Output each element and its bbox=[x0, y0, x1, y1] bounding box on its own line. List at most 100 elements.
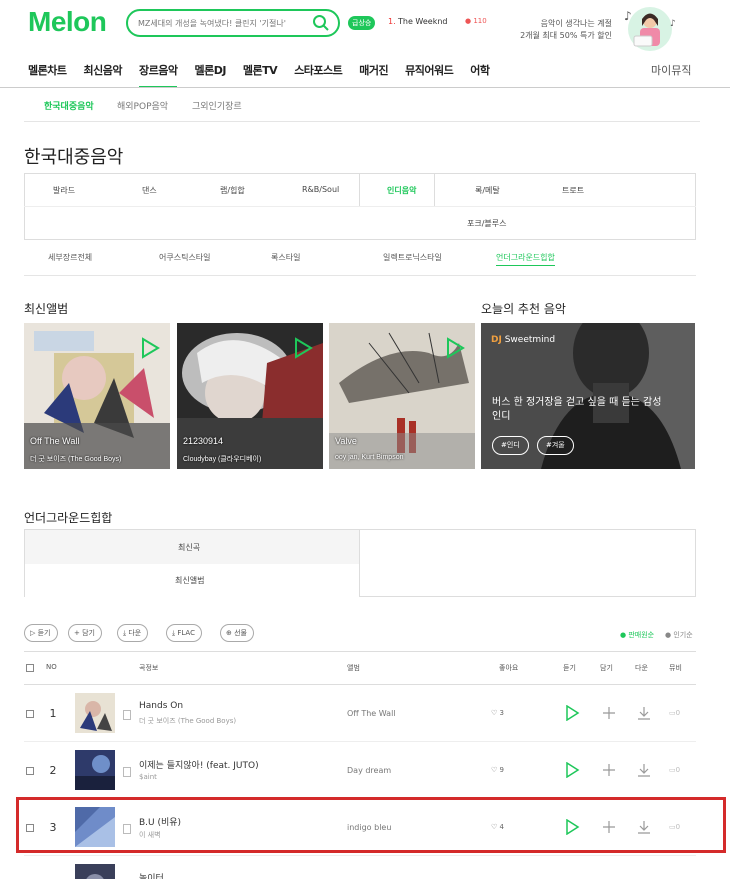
subgenre-rock[interactable]: 록스타일 bbox=[271, 252, 300, 263]
genre-indie[interactable]: 인디음악 bbox=[387, 185, 416, 196]
gnb-tv[interactable]: 멜론TV bbox=[243, 62, 278, 88]
promo-banner-text[interactable]: 음악이 생각나는 계절 2개월 최대 50% 특가 할인 bbox=[500, 18, 612, 42]
album-card[interactable]: 21230914 Cloudybay (클라우디베이) bbox=[177, 323, 323, 469]
like-count: 3 bbox=[499, 709, 504, 717]
realtime-keyword[interactable]: The Weeknd bbox=[398, 17, 448, 26]
row-checkbox[interactable] bbox=[26, 710, 34, 718]
promo-line2: 2개월 최대 50% 특가 할인 bbox=[520, 31, 612, 40]
add-icon[interactable] bbox=[601, 705, 617, 721]
play-icon[interactable] bbox=[564, 762, 580, 778]
th-song: 곡정보 bbox=[139, 664, 159, 672]
recommend-description[interactable]: 버스 한 정거장을 걷고 싶을 때 듣는 감성 인디 bbox=[492, 396, 672, 424]
song-thumbnail[interactable] bbox=[75, 864, 115, 879]
subgenre-underground[interactable]: 언더그라운드힙합 bbox=[496, 252, 555, 266]
song-title[interactable]: 이제는 들지않아! (feat. JUTO) bbox=[139, 758, 259, 771]
play-icon[interactable] bbox=[564, 705, 580, 721]
highlight-box bbox=[16, 797, 726, 853]
play-selected-button[interactable]: ▷ 듣기 bbox=[24, 624, 58, 642]
gnb-starpost[interactable]: 스타포스트 bbox=[294, 62, 343, 88]
tab-latest-songs-label[interactable]: 최신곡 bbox=[178, 542, 200, 553]
row-divider bbox=[24, 855, 696, 856]
subnav-other[interactable]: 그외인기장르 bbox=[192, 99, 242, 112]
download-icon[interactable] bbox=[636, 705, 652, 721]
th-mv: 뮤비 bbox=[669, 664, 682, 672]
select-all-checkbox[interactable] bbox=[26, 664, 34, 672]
gnb-chart[interactable]: 멜론차트 bbox=[28, 62, 67, 88]
gnb-award[interactable]: 뮤직어워드 bbox=[405, 62, 454, 88]
song-album[interactable]: Day dream bbox=[347, 766, 391, 775]
genre-folk[interactable]: 포크/블루스 bbox=[467, 218, 507, 229]
gnb-magazine[interactable]: 매거진 bbox=[359, 62, 388, 88]
sort-by-sales[interactable]: ● 판매원순 bbox=[620, 630, 654, 640]
subgenre-all[interactable]: 세부장르전체 bbox=[48, 252, 92, 263]
download-icon[interactable] bbox=[636, 762, 652, 778]
song-artist[interactable]: 더 굿 보이즈 (The Good Boys) bbox=[139, 716, 236, 726]
mv-button[interactable]: ▭0 bbox=[669, 709, 680, 717]
tab-latest-albums-label[interactable]: 최신앨범 bbox=[175, 575, 204, 586]
gnb-latest[interactable]: 최신음악 bbox=[83, 62, 122, 88]
search-icon[interactable] bbox=[312, 14, 330, 32]
th-like: 좋아요 bbox=[499, 664, 519, 672]
promo-illustration-icon[interactable]: ♪ ♪ bbox=[616, 6, 680, 52]
mv-button[interactable]: ▭0 bbox=[669, 766, 680, 774]
dj-label: DJ Sweetmind bbox=[491, 335, 555, 345]
genre-ballad[interactable]: 발라드 bbox=[53, 185, 75, 196]
gnb-language[interactable]: 어학 bbox=[470, 62, 490, 88]
row-checkbox[interactable] bbox=[26, 767, 34, 775]
song-thumbnail[interactable] bbox=[75, 693, 115, 733]
melon-logo[interactable]: Melon bbox=[28, 6, 107, 38]
row-rank: 1 bbox=[49, 707, 57, 720]
song-album[interactable]: Off The Wall bbox=[347, 709, 396, 718]
song-title[interactable]: 놀이터 bbox=[139, 871, 164, 879]
genre-rnb[interactable]: R&B/Soul bbox=[302, 185, 339, 194]
table-header-top bbox=[24, 651, 696, 652]
song-info-icon[interactable] bbox=[123, 767, 131, 777]
subnav-korean[interactable]: 한국대중음악 bbox=[44, 99, 94, 112]
genre-dance[interactable]: 댄스 bbox=[142, 185, 157, 196]
song-title[interactable]: Hands On bbox=[139, 701, 183, 711]
subgenre-acoustic[interactable]: 어쿠스틱스타일 bbox=[159, 252, 211, 263]
album-card[interactable]: Off The Wall 더 굿 보이즈 (The Good Boys) bbox=[24, 323, 170, 469]
play-icon[interactable] bbox=[445, 337, 465, 359]
play-selected-label: 듣기 bbox=[37, 629, 51, 637]
genre-row-divider bbox=[24, 206, 696, 207]
flac-button[interactable]: ⤓ FLAC bbox=[166, 624, 202, 642]
sort-by-popularity[interactable]: ● 인기순 bbox=[665, 630, 693, 640]
genre-trot[interactable]: 트로트 bbox=[562, 185, 584, 196]
subgenre-electronic[interactable]: 일렉트로닉스타일 bbox=[383, 252, 442, 263]
play-icon[interactable] bbox=[293, 337, 313, 359]
tag-indie[interactable]: #인디 bbox=[492, 436, 529, 455]
album-artist[interactable]: ooy jan, Kurt Bimpson bbox=[335, 454, 403, 461]
realtime-badge: 급상승 bbox=[348, 16, 376, 30]
gnb-dj[interactable]: 멜론DJ bbox=[194, 62, 226, 88]
song-thumbnail[interactable] bbox=[75, 750, 115, 790]
th-add: 담기 bbox=[600, 664, 613, 672]
album-title[interactable]: Valve bbox=[335, 436, 357, 446]
gift-button[interactable]: ⊕ 선물 bbox=[220, 624, 254, 642]
recommend-title: 오늘의 추천 음악 bbox=[481, 302, 566, 316]
search-input[interactable] bbox=[138, 18, 308, 28]
like-button[interactable]: ♡ 3 bbox=[491, 709, 504, 717]
album-card[interactable]: Valve ooy jan, Kurt Bimpson bbox=[329, 323, 475, 469]
mymusic-link[interactable]: 마이뮤직 bbox=[651, 62, 691, 78]
genre-rock[interactable]: 록/메탈 bbox=[475, 185, 500, 196]
like-button[interactable]: ♡ 9 bbox=[491, 766, 504, 774]
subnav-pop[interactable]: 해외POP음악 bbox=[117, 99, 168, 112]
album-artist[interactable]: 더 굿 보이즈 (The Good Boys) bbox=[30, 454, 121, 464]
add-selected-button[interactable]: + 담기 bbox=[68, 624, 102, 642]
download-selected-button[interactable]: ⤓ 다운 bbox=[117, 624, 149, 642]
flac-label: FLAC bbox=[177, 629, 195, 637]
album-artist[interactable]: Cloudybay (클라우디베이) bbox=[183, 454, 261, 464]
add-icon[interactable] bbox=[601, 762, 617, 778]
tag-winter[interactable]: #겨울 bbox=[537, 436, 574, 455]
recommend-card[interactable]: DJ Sweetmind 버스 한 정거장을 걷고 싶을 때 듣는 감성 인디 … bbox=[481, 323, 695, 469]
genre-hiphop[interactable]: 랩/힙합 bbox=[220, 185, 245, 196]
play-icon[interactable] bbox=[140, 337, 160, 359]
gnb-genre[interactable]: 장르음악 bbox=[138, 62, 178, 88]
album-title[interactable]: Off The Wall bbox=[30, 436, 79, 446]
search-box[interactable] bbox=[126, 9, 340, 37]
album-title[interactable]: 21230914 bbox=[183, 436, 223, 446]
row-rank: 2 bbox=[49, 764, 57, 777]
song-artist[interactable]: $aint bbox=[139, 773, 157, 781]
song-info-icon[interactable] bbox=[123, 710, 131, 720]
